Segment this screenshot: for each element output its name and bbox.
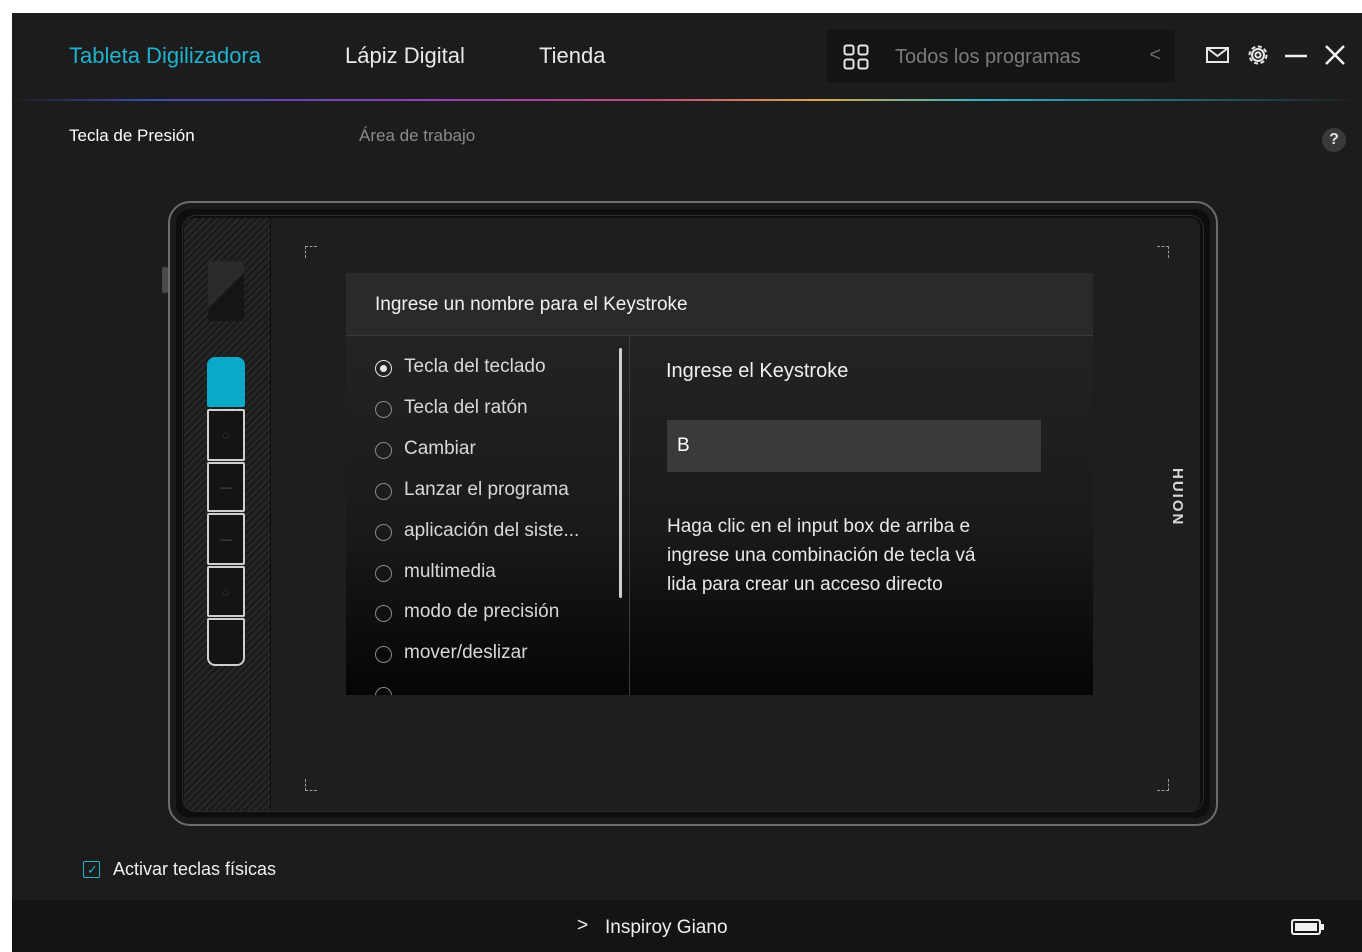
option-label: mover/deslizar <box>404 642 528 663</box>
close-icon[interactable] <box>1321 41 1349 69</box>
footer-bar: > Inspiroy Giano <box>12 900 1362 952</box>
key-mark-icon: ◌ <box>222 428 230 442</box>
dialog-body: Tecla del teclado Tecla del ratón Cambia… <box>346 336 1093 695</box>
area-corner-bottom-right <box>1157 779 1169 791</box>
tab-digital-tablet[interactable]: Tableta Digilizadora <box>69 43 261 69</box>
chevron-right-icon: > <box>577 915 589 936</box>
subtab-press-keys[interactable]: Tecla de Presión <box>69 126 195 146</box>
option-label: Tecla del ratón <box>404 397 528 418</box>
grid-icon <box>843 44 869 70</box>
option-label: Cambiar <box>404 438 476 459</box>
tab-digital-pen[interactable]: Lápiz Digital <box>345 43 465 69</box>
subtab-work-area[interactable]: Área de trabajo <box>359 126 475 146</box>
battery-icon <box>1291 919 1324 935</box>
program-selector-label: Todos los programas <box>895 46 1081 68</box>
radio-icon[interactable] <box>375 442 392 459</box>
keystroke-label: Ingrese el Keystroke <box>666 360 849 382</box>
radio-icon[interactable] <box>375 565 392 582</box>
area-corner-bottom-left <box>305 779 317 791</box>
option-label: multimedia <box>404 561 496 582</box>
dialog-title[interactable]: Ingrese un nombre para el Keystroke <box>375 294 688 316</box>
option-label: modo de precisión <box>404 601 560 622</box>
dialog-header: Ingrese un nombre para el Keystroke <box>346 273 1093 336</box>
tablet-tab <box>162 267 168 293</box>
top-bar: Tableta Digilizadora Lápiz Digital Tiend… <box>12 13 1362 101</box>
radio-icon[interactable] <box>375 687 392 695</box>
gear-icon[interactable] <box>1244 41 1272 69</box>
help-line-1: Haga clic en el input box de arriba e <box>667 516 971 537</box>
options-scrollbar[interactable] <box>619 348 622 598</box>
express-key-5[interactable]: ◌ <box>207 566 245 617</box>
keystroke-help-text: Haga clic en el input box de arriba e in… <box>667 512 1037 599</box>
keystroke-input[interactable] <box>667 420 1041 472</box>
key-mark-icon: ◌ <box>222 584 230 599</box>
key-mark-icon: — <box>220 532 232 546</box>
dialog-divider <box>629 336 630 695</box>
help-line-3: lida para crear un acceso directo <box>667 574 943 595</box>
keystroke-dialog: Ingrese un nombre para el Keystroke Tecl… <box>346 273 1093 695</box>
help-line-2: ingrese una combinación de tecla vá <box>667 545 976 566</box>
express-key-2[interactable]: ◌ <box>207 409 245 461</box>
brand-logo: HUION <box>1169 468 1186 527</box>
pen-holder <box>208 261 244 321</box>
program-selector[interactable]: Todos los programas < <box>827 30 1175 82</box>
area-corner-top-right <box>1157 246 1169 258</box>
option-label: Tecla del teclado <box>404 356 546 377</box>
key-mark-icon: — <box>220 480 232 494</box>
express-key-1[interactable] <box>207 357 245 407</box>
check-icon: ✓ <box>87 862 98 877</box>
help-icon[interactable]: ? <box>1322 128 1346 152</box>
express-key-4[interactable]: — <box>207 513 245 565</box>
app-window: Tableta Digilizadora Lápiz Digital Tiend… <box>12 13 1362 952</box>
device-name: Inspiroy Giano <box>605 917 728 938</box>
express-key-3[interactable]: — <box>207 462 245 512</box>
radio-icon[interactable] <box>375 605 392 622</box>
mail-icon[interactable] <box>1204 41 1232 69</box>
radio-icon[interactable] <box>375 483 392 500</box>
physical-keys-label: Activar teclas físicas <box>113 859 277 879</box>
option-label: aplicación del siste... <box>404 520 580 541</box>
header-gradient-divider <box>12 99 1362 101</box>
tab-store[interactable]: Tienda <box>539 43 605 69</box>
checkbox-icon[interactable]: ✓ <box>83 861 100 878</box>
minimize-icon[interactable] <box>1282 41 1310 69</box>
radio-icon[interactable] <box>375 646 392 663</box>
radio-icon[interactable] <box>375 401 392 418</box>
radio-icon[interactable] <box>375 524 392 541</box>
area-corner-top-left <box>305 246 317 258</box>
express-key-6[interactable] <box>207 618 245 666</box>
option-label: Lanzar el programa <box>404 479 569 500</box>
radio-checked-icon[interactable] <box>375 360 392 377</box>
chevron-left-icon[interactable]: < <box>1149 44 1161 67</box>
